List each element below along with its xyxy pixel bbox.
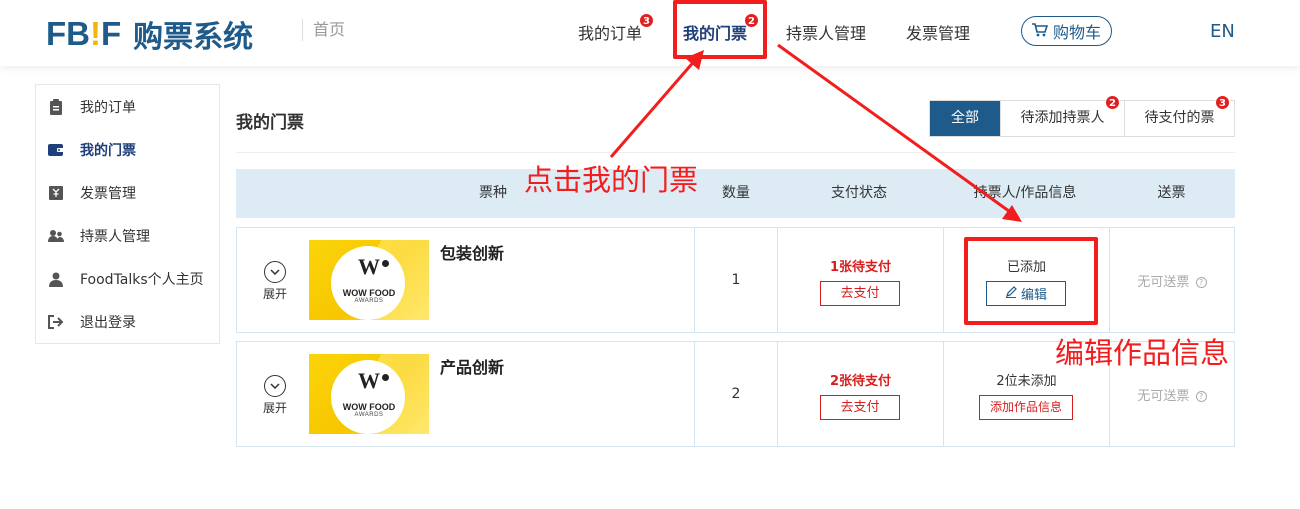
site-logo[interactable]: FB! F 购票系统	[46, 12, 253, 56]
gift-cell: 无可送票 ?	[1109, 228, 1234, 332]
chevron-down-icon	[264, 261, 286, 283]
ticket-name: 包装创新	[440, 244, 505, 263]
pay-status-cell: 2张待支付 去支付	[777, 342, 943, 446]
nav-invoice-management[interactable]: 发票管理	[906, 20, 970, 44]
page-title: 我的门票	[236, 113, 304, 133]
sidebar-item-label: 我的订单	[80, 100, 136, 116]
sidebar-item-label: FoodTalks个人主页	[80, 272, 204, 288]
sidebar-item-holders[interactable]: 持票人管理	[48, 224, 150, 248]
pay-button[interactable]: 去支付	[820, 281, 900, 306]
annotation-click-tickets: 点击我的门票	[524, 163, 699, 197]
tab-all[interactable]: 全部	[930, 101, 1000, 136]
col-gift: 送票	[1157, 185, 1186, 201]
sidebar-item-invoice[interactable]: 发票管理	[48, 181, 136, 205]
award-logo-mark: W	[358, 368, 380, 393]
logo-suffix: F	[101, 15, 122, 52]
annotation-box-edit	[964, 237, 1098, 325]
cart-button[interactable]: 购物车	[1021, 16, 1112, 46]
pay-status-cell: 1张待支付 去支付	[777, 228, 943, 332]
holder-status: 2位未添加	[996, 374, 1057, 389]
ticket-type-cell: 展开 W WOW FOOD AWARDS 包装创新	[237, 228, 694, 332]
nav-my-orders[interactable]: 我的订单 3	[578, 13, 655, 44]
award-title: WOW FOOD	[342, 402, 396, 412]
help-icon[interactable]: ?	[1195, 391, 1207, 402]
title-divider	[236, 152, 1235, 153]
sidebar-item-label: 退出登录	[80, 315, 136, 331]
nav-my-orders-label: 我的订单	[578, 24, 643, 43]
tab-pending-holder-badge: 2	[1105, 95, 1120, 110]
clipboard-icon	[48, 99, 64, 115]
pay-status: 2张待支付	[829, 374, 892, 389]
award-title: WOW FOOD	[342, 288, 396, 298]
tab-pending-payment-badge: 3	[1215, 95, 1230, 110]
home-link[interactable]: 首页	[302, 19, 345, 41]
quantity-cell: 1	[694, 228, 777, 332]
tab-all-label: 全部	[951, 110, 979, 126]
nav-my-orders-badge: 3	[639, 13, 655, 28]
award-subtitle: AWARDS	[354, 298, 384, 304]
top-header: FB! F 购票系统 首页 我的订单 3 我的门票 2 持票人管理 发票管理 购物…	[0, 0, 1300, 66]
invoice-icon	[48, 185, 64, 201]
users-icon	[48, 228, 64, 244]
annotation-box-tickets-nav	[673, 0, 767, 59]
language-switch[interactable]: EN	[1210, 21, 1235, 42]
wallet-icon	[48, 142, 64, 158]
expand-label: 展开	[262, 401, 287, 415]
tab-pending-payment-label: 待支付的票	[1144, 110, 1215, 126]
sidebar-item-label: 发票管理	[80, 186, 136, 202]
chevron-down-icon	[264, 375, 286, 397]
gift-label: 无可送票	[1137, 275, 1190, 290]
sidebar-item-foodtalks-profile[interactable]: FoodTalks个人主页	[48, 267, 204, 291]
table-header: 票种 数量 支付状态 持票人/作品信息 送票	[236, 169, 1235, 218]
pay-status: 1张待支付	[829, 260, 892, 275]
nav-holder-management-label: 持票人管理	[786, 24, 867, 43]
sidebar-item-label: 持票人管理	[80, 229, 150, 245]
sidebar: 我的订单 我的门票 发票管理 持票人管理 FoodTalks个人主页 退出登录	[35, 84, 220, 344]
ticket-image: W WOW FOOD AWARDS	[309, 240, 429, 320]
award-logo-mark: W	[358, 254, 380, 279]
col-pay-status: 支付状态	[831, 185, 887, 201]
cart-icon	[1031, 22, 1049, 41]
sidebar-item-my-orders[interactable]: 我的订单	[48, 95, 136, 119]
ticket-name: 产品创新	[440, 358, 505, 377]
gift-status: 无可送票 ?	[1110, 385, 1234, 404]
expand-toggle[interactable]: 展开	[260, 375, 290, 416]
annotation-edit-info: 编辑作品信息	[1055, 336, 1230, 370]
ticket-image: W WOW FOOD AWARDS	[309, 354, 429, 434]
col-quantity: 数量	[722, 185, 750, 201]
add-work-info-button[interactable]: 添加作品信息	[979, 395, 1073, 420]
nav-invoice-management-label: 发票管理	[906, 24, 971, 43]
logo-bang: !	[90, 15, 101, 52]
expand-toggle[interactable]: 展开	[260, 261, 290, 302]
award-subtitle: AWARDS	[354, 412, 384, 418]
logo-prefix: FB	[46, 15, 90, 52]
gift-status: 无可送票 ?	[1110, 271, 1234, 290]
tab-pending-holder-label: 待添加持票人	[1020, 110, 1105, 126]
ticket-filter-tabs: 全部 待添加持票人 2 待支付的票 3	[929, 95, 1235, 137]
nav-holder-management[interactable]: 持票人管理	[786, 20, 866, 44]
ticket-type-cell: 展开 W WOW FOOD AWARDS 产品创新	[237, 342, 694, 446]
tab-pending-holder[interactable]: 待添加持票人 2	[1000, 95, 1124, 136]
help-icon[interactable]: ?	[1195, 277, 1207, 288]
pay-button[interactable]: 去支付	[820, 395, 900, 420]
sidebar-item-logout[interactable]: 退出登录	[48, 310, 136, 334]
gift-label: 无可送票	[1137, 389, 1190, 404]
sidebar-item-label: 我的门票	[80, 143, 136, 159]
cart-label: 购物车	[1052, 23, 1101, 42]
arrow-to-tickets-nav	[609, 50, 704, 158]
expand-label: 展开	[262, 287, 287, 301]
tab-pending-payment[interactable]: 待支付的票 3	[1124, 95, 1234, 136]
quantity-cell: 2	[694, 342, 777, 446]
user-icon	[48, 271, 64, 287]
logout-icon	[48, 314, 64, 330]
logo-title: 购票系统	[133, 20, 254, 55]
sidebar-item-my-tickets[interactable]: 我的门票	[48, 138, 136, 162]
col-holder-info: 持票人/作品信息	[973, 185, 1077, 201]
